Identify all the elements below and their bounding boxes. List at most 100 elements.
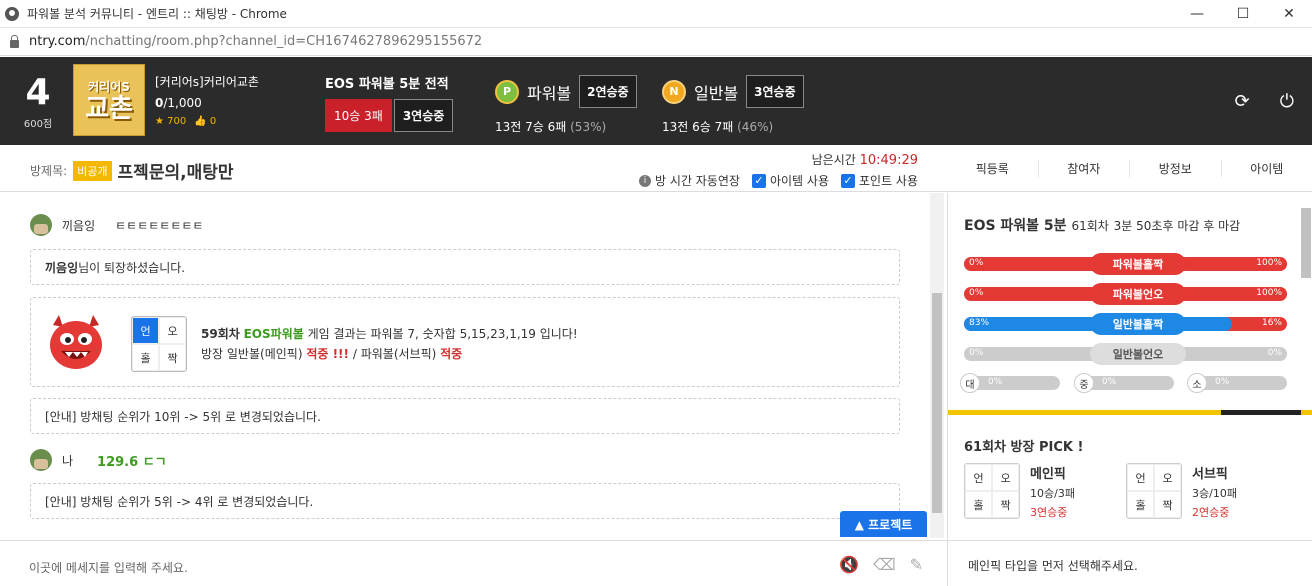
ratio-pill[interactable]: 일반볼언오 [1090,343,1186,365]
result-round: 59회차 [201,327,240,341]
point-use-label: 포인트 사용 [858,174,918,188]
ratio-left-percent: 0% [969,258,984,268]
normalball-streak: 3연승중 [746,75,804,108]
result-game: EOS파워볼 [243,327,304,341]
club-name[interactable]: [커리어s]커리어교촌 [155,73,259,90]
window-titlebar: 파워볼 분석 커뮤니티 - 엔트리 :: 채팅방 - Chrome — ☐ ✕ [0,0,1312,28]
game-title: EOS 파워볼 5분 61회차 3분 50초후 마감 후 마감 [964,218,1241,234]
main-pick-card[interactable]: 언오홀짝 메인픽 10승/3패 3연승중 [964,463,1075,520]
message-author[interactable]: 나 [62,452,73,469]
ratio-left-percent: 83% [969,318,990,328]
url-path: /nchatting/room.php?channel_id=CH1674627… [85,34,483,49]
close-button[interactable]: ✕ [1266,0,1312,28]
auto-extend-label: 방 시간 자동연장 [655,174,740,188]
sub-hit: 적중 [440,347,463,361]
scroll-thumb[interactable] [932,293,942,513]
ratio-left-percent: 0% [969,288,984,298]
side-footer: 메인픽 타입을 먼저 선택해주세요. [947,540,1312,586]
mute-icon[interactable]: 🔇 [839,555,859,574]
side-scroll-thumb[interactable] [1301,208,1311,278]
refresh-icon[interactable]: ⟳ [1235,91,1250,112]
pick-panel: EOS 파워볼 5분 61회차 3분 50초후 마감 후 마감 0% 100% 파워… [947,193,1312,540]
eos-record-badge: 10승 3패 [325,99,392,132]
result-hit-line: 방장 일반볼(메인픽) 적중 !!! / 파워볼(서브픽) 적중 [201,347,463,361]
eos-record: EOS 파워볼 5분 전적 10승 3패 3연승중 [325,73,454,132]
game-result-card: 언 오 홀 짝 59회차 EOS파워볼 게임 결과는 파워볼 7, 숫자합 5,… [30,297,900,387]
time-left-value: 10:49:29 [859,153,918,168]
chat-scrollbar[interactable] [930,193,944,538]
address-bar[interactable]: ntry.com/nchatting/room.php?channel_id=C… [0,28,1312,56]
ratio-pill[interactable]: 일반볼홀짝 [1090,313,1186,335]
size-small-bar[interactable]: 소 0% [1187,373,1287,393]
normalball-stats: N 일반볼 3연승중 13전 6승 7패 (46%) [662,75,804,135]
system-message: 끼음잉 님이 퇴장하셨습니다. [30,249,900,285]
system-message-text: 님이 퇴장하셨습니다. [78,260,186,275]
tab-pick-register[interactable]: 픽등록 [947,159,1039,177]
powerball-stats: P 파워볼 2연승중 13전 7승 6패 (53%) [495,75,637,135]
room-title-bar: 방제목: 비공개 프젝문의,매탕만 남은시간 10:49:29 i 방 시간 자… [0,145,947,192]
chat-area: 끼음잉 ㅌㅌㅌㅌㅌㅌㅌㅌ 끼음잉 님이 퇴장하셨습니다. 언 오 홀 짝 59회차… [0,193,928,538]
message-text: ㅌㅌㅌㅌㅌㅌㅌㅌ [115,218,204,233]
ratio-left-percent: 0% [969,348,984,358]
pick-title: 61회차 방장 PICK ! [964,440,1084,455]
tab-participants[interactable]: 참여자 [1039,159,1130,177]
ratio-bar[interactable]: 0% 0% 일반볼언오 [964,343,1287,365]
minimize-button[interactable]: — [1174,0,1220,28]
power-icon[interactable]: ⏻ [1280,91,1294,112]
normalball-label: 일반볼 [694,83,739,103]
lock-icon [10,34,19,48]
odd-under-cell: 언 [132,317,159,344]
ratio-bar[interactable]: 0% 100% 파워볼언오 [964,283,1287,305]
url-host: ntry.com [29,34,86,49]
message-input[interactable]: 이곳에 메세지를 입력해 주세요. [29,559,188,576]
deadline-text: 3분 50초후 마감 후 마감 [1113,219,1241,233]
room-title: 프젝문의,매탕만 [117,163,234,183]
odd-even-cell: 짝 [159,344,186,371]
message-author[interactable]: 끼음잉 [62,217,95,234]
chat-message: 나 129.6 ㄷㄱ [30,449,167,471]
tab-room-info[interactable]: 방정보 [1130,159,1222,177]
normalball-record: 13전 6승 7패 (46%) [662,120,774,134]
ratio-bar[interactable]: 83% 16% 일반볼홀짝 [964,313,1287,335]
item-use-label: 아이템 사용 [769,174,829,188]
private-badge: 비공개 [73,160,112,181]
size-big-bar[interactable]: 대 0% [960,373,1060,393]
rank-points: 600점 [23,119,53,130]
devil-mascot-icon [50,315,102,369]
ratio-bar[interactable]: 0% 100% 파워볼홀짝 [964,253,1287,275]
size-mid-bar[interactable]: 중 0% [1074,373,1174,393]
magic-wand-icon[interactable]: ✎ [910,555,923,574]
logo-main-text: 교촌 [85,93,133,124]
main-pick-grid[interactable]: 언오홀짝 [964,463,1020,519]
avatar [30,449,52,471]
info-icon: i [639,174,652,187]
odd-even-grid: 언 오 홀 짝 [131,316,187,372]
powerball-coin-icon: P [495,79,519,104]
eraser-icon[interactable]: ⌫ [873,555,896,574]
ratio-pill[interactable]: 파워볼언오 [1090,283,1186,305]
message-text: 129.6 ㄷㄱ [97,454,167,470]
avatar [30,214,52,236]
rank-number: 4 [25,72,51,113]
normalball-coin-icon: N [662,79,686,104]
tab-items[interactable]: 아이템 [1222,160,1312,177]
rank-change-notice: [안내] 방채팅 순위가 5위 -> 4위 로 변경되었습니다. [30,483,900,519]
sub-pick-streak: 2연승중 [1192,506,1230,519]
sub-pick-grid[interactable]: 언오홀짝 [1126,463,1182,519]
maximize-button[interactable]: ☐ [1220,0,1266,28]
member-count: 0/1,000 [155,96,202,110]
odd-over-cell: 오 [159,317,186,344]
time-left: 남은시간 10:49:29 [811,153,918,168]
point-use-checkbox[interactable]: ✓ [840,173,855,188]
project-button[interactable]: ▲ 프로젝트 [840,511,927,537]
window-title: 파워볼 분석 커뮤니티 - 엔트리 :: 채팅방 - Chrome [27,7,287,21]
item-use-checkbox[interactable]: ✓ [751,173,766,188]
powerball-record: 13전 7승 6패 (53%) [495,120,607,134]
side-footer-text: 메인픽 타입을 먼저 선택해주세요. [968,559,1138,573]
ratio-pill[interactable]: 파워볼홀짝 [1090,253,1186,275]
system-message-name: 끼음잉 [45,260,79,275]
result-line: 59회차 EOS파워볼 게임 결과는 파워볼 7, 숫자합 5,15,23,1,… [201,325,578,342]
odd-odd-cell: 홀 [132,344,159,371]
sub-pick-card[interactable]: 언오홀짝 서브픽 3승/10패 2연승중 [1126,463,1237,520]
side-tabs: 픽등록 참여자 방정보 아이템 [947,145,1312,192]
